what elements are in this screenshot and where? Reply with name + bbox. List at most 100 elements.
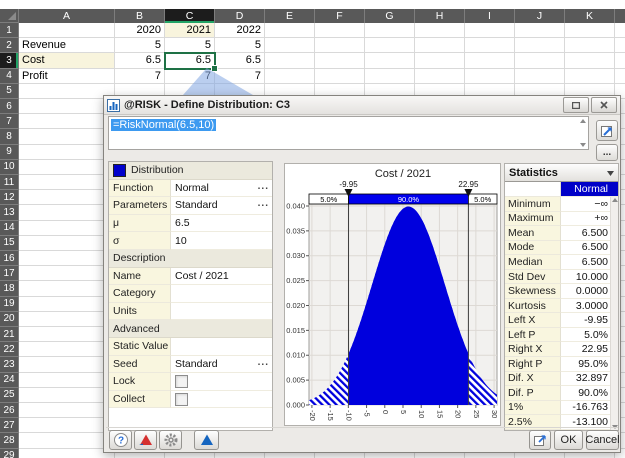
- more-options-button[interactable]: ...: [596, 144, 618, 161]
- cell-G3[interactable]: [365, 53, 415, 69]
- cell-K2[interactable]: [565, 38, 615, 54]
- row-header-9[interactable]: 9: [0, 144, 19, 160]
- column-header-stub[interactable]: [615, 9, 625, 23]
- row-header-11[interactable]: 11: [0, 175, 19, 191]
- row-header-10[interactable]: 10: [0, 159, 19, 175]
- property-value-static-value[interactable]: [171, 337, 272, 356]
- cell-H2[interactable]: [415, 38, 465, 54]
- cell-C2[interactable]: 5: [165, 38, 215, 54]
- dialog-titlebar[interactable]: @RISK - Define Distribution: C3: [104, 96, 620, 115]
- cell-I4[interactable]: [465, 68, 515, 84]
- property-value-seed[interactable]: Standard...: [171, 355, 272, 374]
- column-header-G[interactable]: G: [365, 9, 415, 23]
- row-header-26[interactable]: 26: [0, 403, 19, 419]
- distribution-blue-button[interactable]: [194, 430, 219, 450]
- property-value-[interactable]: 10: [171, 232, 272, 250]
- cell-A15[interactable]: [19, 235, 115, 251]
- formula-scroll-arrows[interactable]: [578, 118, 587, 148]
- row-header-12[interactable]: 12: [0, 190, 19, 206]
- cell-D1[interactable]: 2022: [215, 23, 265, 39]
- cancel-button[interactable]: Cancel: [585, 430, 620, 450]
- column-header-K[interactable]: K: [565, 9, 615, 23]
- help-button[interactable]: ?: [109, 430, 132, 450]
- cell-H1[interactable]: [415, 23, 465, 39]
- property-value-category[interactable]: [171, 285, 272, 303]
- cell-A3[interactable]: Cost: [19, 53, 115, 69]
- property-value-lock[interactable]: [171, 373, 272, 391]
- cell-K4[interactable]: [565, 68, 615, 84]
- cell-B2[interactable]: 5: [115, 38, 165, 54]
- cell-A25[interactable]: [19, 387, 115, 403]
- cell-H4[interactable]: [415, 68, 465, 84]
- cell-A17[interactable]: [19, 266, 115, 282]
- cell-B4[interactable]: 7: [115, 68, 165, 84]
- cell-I2[interactable]: [465, 38, 515, 54]
- cell-A5[interactable]: [19, 83, 115, 99]
- cell-E1[interactable]: [265, 23, 315, 39]
- lock-checkbox[interactable]: [175, 374, 188, 388]
- column-header-J[interactable]: J: [515, 9, 565, 23]
- row-header-8[interactable]: 8: [0, 129, 19, 145]
- row-header-22[interactable]: 22: [0, 342, 19, 358]
- cell-G2[interactable]: [365, 38, 415, 54]
- cell-A2[interactable]: Revenue: [19, 38, 115, 54]
- cell-1[interactable]: [615, 23, 625, 39]
- row-header-17[interactable]: 17: [0, 266, 19, 282]
- row-header-19[interactable]: 19: [0, 296, 19, 312]
- cell-A9[interactable]: [19, 144, 115, 160]
- column-header-E[interactable]: E: [265, 9, 315, 23]
- cell-F2[interactable]: [315, 38, 365, 54]
- cell-E2[interactable]: [265, 38, 315, 54]
- maximize-button[interactable]: [563, 97, 589, 113]
- column-header-C[interactable]: C: [165, 9, 215, 23]
- row-header-3[interactable]: 3: [0, 53, 19, 69]
- column-header-A[interactable]: A: [19, 9, 115, 23]
- cell-4[interactable]: [615, 68, 625, 84]
- ok-button[interactable]: OK: [554, 430, 583, 450]
- cell-I3[interactable]: [465, 53, 515, 69]
- cell-A10[interactable]: [19, 159, 115, 175]
- column-header-B[interactable]: B: [115, 9, 165, 23]
- cell-A13[interactable]: [19, 205, 115, 221]
- cell-A16[interactable]: [19, 251, 115, 267]
- column-header-H[interactable]: H: [415, 9, 465, 23]
- ellipsis-button[interactable]: ...: [258, 357, 269, 368]
- cell-A28[interactable]: [19, 433, 115, 449]
- row-header-4[interactable]: 4: [0, 68, 19, 84]
- cell-A20[interactable]: [19, 311, 115, 327]
- row-header-5[interactable]: 5: [0, 83, 19, 99]
- cell-A7[interactable]: [19, 114, 115, 130]
- property-value-function[interactable]: Normal...: [171, 179, 272, 198]
- ellipsis-button[interactable]: ...: [258, 198, 269, 209]
- cell-A22[interactable]: [19, 342, 115, 358]
- cell-J1[interactable]: [515, 23, 565, 39]
- row-header-7[interactable]: 7: [0, 114, 19, 130]
- row-header-27[interactable]: 27: [0, 418, 19, 434]
- cell-E3[interactable]: [265, 53, 315, 69]
- statistics-dropdown[interactable]: Statistics: [505, 164, 618, 182]
- property-value-name[interactable]: Cost / 2021: [171, 267, 272, 286]
- cell-A27[interactable]: [19, 418, 115, 434]
- cell-G1[interactable]: [365, 23, 415, 39]
- cell-J4[interactable]: [515, 68, 565, 84]
- property-value-units[interactable]: [171, 302, 272, 321]
- ellipsis-button[interactable]: ...: [258, 181, 269, 192]
- cell-A26[interactable]: [19, 403, 115, 419]
- close-button[interactable]: [591, 97, 617, 113]
- collect-checkbox[interactable]: [175, 392, 188, 406]
- cell-A24[interactable]: [19, 372, 115, 388]
- row-header-18[interactable]: 18: [0, 281, 19, 297]
- row-header-20[interactable]: 20: [0, 311, 19, 327]
- cell-C1[interactable]: 2021: [165, 23, 215, 39]
- cell-E4[interactable]: [265, 68, 315, 84]
- cell-H3[interactable]: [415, 53, 465, 69]
- column-header-D[interactable]: D: [215, 9, 265, 23]
- row-header-13[interactable]: 13: [0, 205, 19, 221]
- select-all-corner[interactable]: [0, 9, 19, 23]
- cell-B3[interactable]: 6.5: [115, 53, 165, 69]
- row-header-16[interactable]: 16: [0, 251, 19, 267]
- cell-F4[interactable]: [315, 68, 365, 84]
- cell-A21[interactable]: [19, 327, 115, 343]
- cell-A12[interactable]: [19, 190, 115, 206]
- cell-A1[interactable]: [19, 23, 115, 39]
